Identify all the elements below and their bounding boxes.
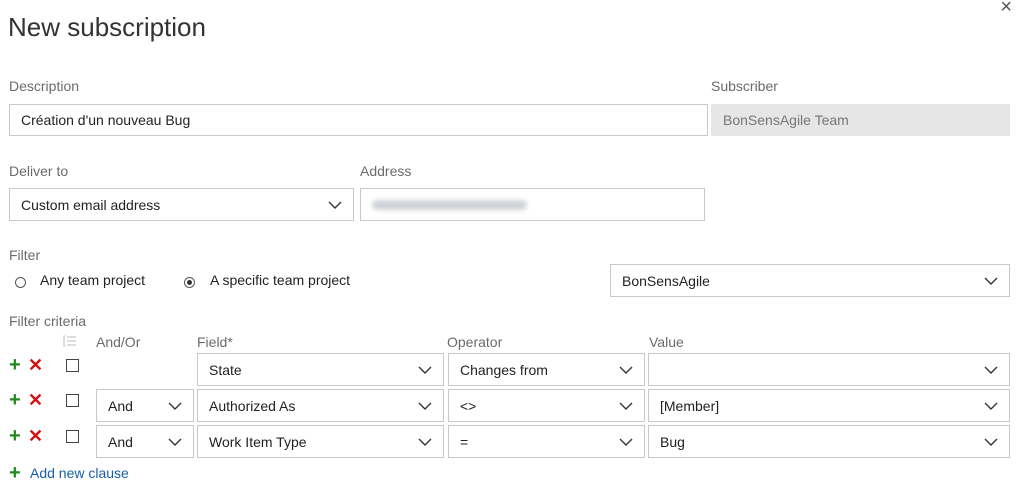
dialog-title: New subscription <box>8 12 206 42</box>
filter-label: Filter <box>9 247 41 263</box>
andor-dropdown[interactable]: And <box>96 389 194 422</box>
deliver-to-value: Custom email address <box>21 196 161 213</box>
delete-clause-icon[interactable]: ✕ <box>28 356 43 374</box>
project-value: BonSensAgile <box>622 272 710 289</box>
close-icon[interactable]: × <box>1000 0 1012 19</box>
chevron-down-icon <box>418 363 432 377</box>
field-value: Work Item Type <box>209 433 307 450</box>
field-dropdown[interactable]: Authorized As <box>197 389 444 422</box>
add-clause-icon[interactable]: + <box>9 390 21 410</box>
operator-dropdown[interactable]: <> <box>448 389 645 422</box>
header-andor: And/Or <box>96 334 141 350</box>
radio-icon <box>15 277 26 288</box>
andor-value: And <box>108 433 133 450</box>
operator-dropdown[interactable]: Changes from <box>448 353 645 386</box>
add-new-clause-link[interactable]: Add new clause <box>30 465 129 481</box>
filter-criteria-label: Filter criteria <box>9 313 87 329</box>
field-value: Authorized As <box>209 397 296 414</box>
subscriber-value: BonSensAgile Team <box>723 112 849 128</box>
chevron-down-icon <box>984 274 998 288</box>
project-dropdown[interactable]: BonSensAgile <box>610 264 1010 297</box>
header-value: Value <box>649 334 684 350</box>
value-value: Bug <box>660 433 685 450</box>
subscriber-field: BonSensAgile Team <box>711 104 1010 136</box>
value-dropdown[interactable]: Bug <box>648 425 1010 458</box>
chevron-down-icon <box>984 435 998 449</box>
header-field: Field* <box>197 334 233 350</box>
chevron-down-icon <box>984 363 998 377</box>
delete-clause-icon[interactable]: ✕ <box>28 391 43 409</box>
deliver-to-dropdown[interactable]: Custom email address <box>9 188 354 221</box>
operator-value: Changes from <box>460 361 548 378</box>
field-dropdown[interactable]: Work Item Type <box>197 425 444 458</box>
operator-value: <> <box>460 397 477 414</box>
radio-any-project[interactable] <box>15 277 26 288</box>
description-input[interactable]: Création d'un nouveau Bug <box>9 104 708 136</box>
delete-clause-icon[interactable]: ✕ <box>28 427 43 445</box>
chevron-down-icon <box>984 399 998 413</box>
deliver-to-label: Deliver to <box>9 163 69 179</box>
radio-selected-icon <box>184 277 195 288</box>
andor-value: And <box>108 397 133 414</box>
add-clause-icon[interactable]: + <box>9 355 21 375</box>
address-label: Address <box>360 163 412 179</box>
chevron-down-icon <box>619 435 633 449</box>
radio-specific-project[interactable] <box>184 277 195 288</box>
chevron-down-icon <box>619 363 633 377</box>
chevron-down-icon <box>619 399 633 413</box>
description-value: Création d'un nouveau Bug <box>21 112 191 128</box>
address-input[interactable] <box>360 188 705 221</box>
radio-specific-project-label[interactable]: A specific team project <box>210 272 350 288</box>
andor-dropdown[interactable]: And <box>96 425 194 458</box>
value-dropdown[interactable] <box>648 353 1010 386</box>
redacted-address <box>372 199 527 210</box>
header-operator: Operator <box>447 334 503 350</box>
row-checkbox[interactable] <box>66 394 79 407</box>
add-clause-icon[interactable]: + <box>9 426 21 446</box>
subscriber-label: Subscriber <box>711 78 778 94</box>
field-dropdown[interactable]: State <box>197 353 444 386</box>
description-label: Description <box>9 78 80 94</box>
row-checkbox[interactable] <box>66 359 79 372</box>
radio-any-project-label[interactable]: Any team project <box>40 272 145 288</box>
chevron-down-icon <box>328 198 342 212</box>
value-dropdown[interactable]: [Member] <box>648 389 1010 422</box>
chevron-down-icon <box>418 435 432 449</box>
value-value: [Member] <box>660 397 720 414</box>
operator-value: = <box>460 433 469 450</box>
chevron-down-icon <box>168 435 182 449</box>
chevron-down-icon <box>418 399 432 413</box>
field-value: State <box>209 361 242 378</box>
operator-dropdown[interactable]: = <box>448 425 645 458</box>
add-new-clause-icon[interactable]: + <box>9 463 21 483</box>
chevron-down-icon <box>168 399 182 413</box>
group-clauses-icon <box>63 334 77 352</box>
row-checkbox[interactable] <box>66 430 79 443</box>
